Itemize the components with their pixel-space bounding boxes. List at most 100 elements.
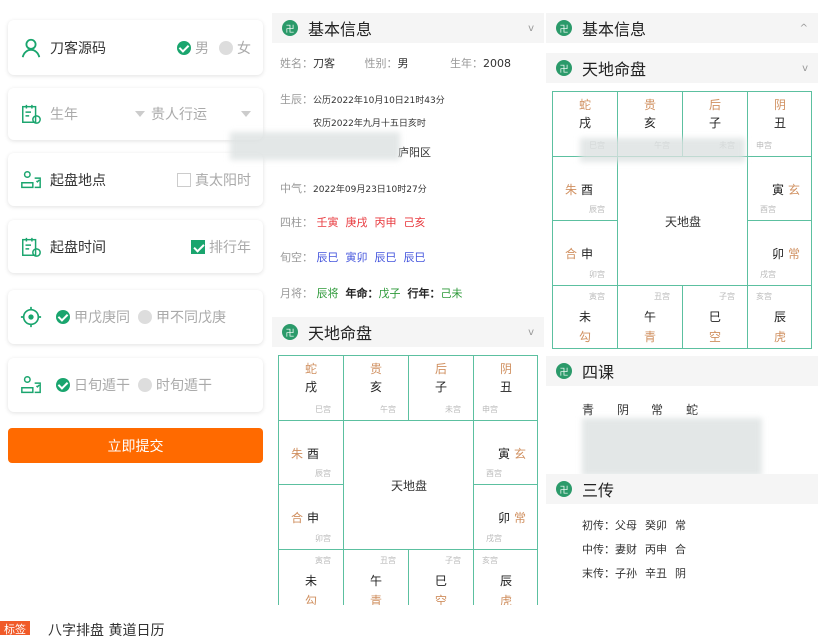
swastika-icon: 卍	[282, 20, 298, 36]
earthly-branch: 午	[344, 572, 408, 589]
tag-badge: 标签	[0, 621, 30, 635]
palace-cell: 玄寅酉宫	[747, 156, 812, 222]
palace-cell: 常卯戌宫	[747, 220, 812, 286]
earthly-branch: 亥	[344, 378, 408, 395]
female-label[interactable]: 女	[237, 38, 251, 58]
palace-cell: 阴丑申宫	[473, 355, 538, 421]
palace-label: 巳宫	[315, 404, 331, 415]
shi-xun-label[interactable]: 时旬遁干	[156, 375, 212, 395]
heavenly-general: 蛇	[279, 360, 343, 377]
earthly-branch: 午	[618, 308, 682, 325]
basic-info-header[interactable]: 卍基本信息 v	[272, 13, 544, 43]
ri-xun-label[interactable]: 日旬遁干	[74, 375, 130, 395]
earthly-branch: 丑	[748, 114, 812, 131]
right-board-header[interactable]: 卍天地命盘v	[546, 53, 818, 83]
board-header[interactable]: 卍天地命盘v	[272, 317, 544, 347]
board-center: 天地盘	[618, 157, 748, 286]
guiren-select[interactable]: 贵人行运	[151, 104, 207, 124]
swastika-icon: 卍	[556, 363, 572, 379]
palace-label: 午宫	[380, 404, 396, 415]
true-solar-label[interactable]: 真太阳时	[195, 170, 251, 190]
jia-same-radio[interactable]	[56, 310, 70, 324]
male-radio[interactable]	[177, 41, 191, 55]
palace-label: 子宫	[445, 555, 461, 566]
heavenly-general: 阴	[748, 96, 812, 113]
earthly-branch: 子	[683, 114, 747, 131]
palace-cell: 朱酉辰宫	[552, 156, 618, 222]
jia-diff-radio[interactable]	[138, 310, 152, 324]
palace-label: 卯宫	[315, 533, 331, 544]
tiandi-board: 蛇戌巳宫贵亥午宫后子未宫阴丑申宫玄寅酉宫常卯戌宫虎辰亥宫空巳子宫青午丑宫勾未寅宫…	[278, 355, 538, 605]
redaction-blur	[580, 138, 745, 162]
palace-cell: 青午丑宫	[617, 285, 683, 350]
xun-option-card: 日旬遁干 时旬遁干	[8, 358, 263, 412]
heavenly-general: 勾	[279, 592, 343, 606]
female-radio[interactable]	[219, 41, 233, 55]
palace-cell: 常卯戌宫	[473, 484, 538, 550]
relation: 妻财	[615, 543, 637, 556]
earthly-branch: 未	[553, 308, 617, 325]
name-input[interactable]: 刀客源码	[50, 38, 106, 58]
heavenly-general: 勾	[553, 328, 617, 345]
heavenly-general: 常	[788, 245, 800, 262]
shi-xun-radio[interactable]	[138, 378, 152, 392]
god: 常	[675, 519, 686, 532]
place-input[interactable]: 起盘地点	[50, 170, 106, 190]
section-title: 基本信息	[308, 16, 372, 40]
palace-label: 丑宫	[380, 555, 396, 566]
chevron-down-icon[interactable]: v	[802, 63, 808, 74]
chevron-up-icon[interactable]: ^	[800, 23, 808, 34]
palace-cell: 虎辰亥宫	[473, 549, 538, 606]
submit-button[interactable]: 立即提交	[8, 428, 263, 463]
target-icon	[20, 306, 42, 328]
palace-label: 申宫	[482, 404, 498, 415]
calendar-clock-icon	[20, 236, 42, 258]
earthly-branch: 未	[279, 572, 343, 589]
section-title: 四课	[582, 359, 614, 383]
true-solar-checkbox[interactable]	[177, 173, 191, 187]
name-card: 刀客源码 男 女	[8, 20, 263, 75]
jia-diff-label[interactable]: 甲不同戊庚	[156, 307, 226, 327]
sike-header[interactable]: 卍四课	[546, 356, 818, 386]
palace-label: 戌宫	[486, 533, 502, 544]
relation: 父母	[615, 519, 637, 532]
palace-label: 寅宫	[589, 291, 605, 302]
earthly-branch: 巳	[683, 308, 747, 325]
sanchuan-header[interactable]: 卍三传	[546, 474, 818, 504]
heavenly-general: 空	[409, 592, 473, 606]
god: 阴	[675, 567, 686, 580]
jia-same-label[interactable]: 甲戊庚同	[74, 307, 130, 327]
year-select[interactable]: 生年	[50, 104, 135, 124]
sizhu-row: 四柱： 壬寅 庚戌 丙申 己亥	[280, 214, 426, 230]
palace-label: 寅宫	[315, 555, 331, 566]
pai-xing-nian-label[interactable]: 排行年	[209, 237, 251, 257]
footer-links[interactable]: 八字排盘 黄道日历	[48, 620, 164, 640]
palace-label: 辰宫	[589, 204, 605, 215]
time-input[interactable]: 起盘时间	[50, 237, 106, 257]
year-dropdown-icon[interactable]	[135, 111, 145, 122]
ri-xun-radio[interactable]	[56, 378, 70, 392]
chevron-down-icon[interactable]: v	[528, 23, 534, 34]
guiren-dropdown-icon[interactable]	[241, 111, 251, 122]
yuejiang-row: 月将： 辰将 年命：戊子 行年：己未	[280, 285, 463, 301]
section-title: 天地命盘	[308, 320, 372, 344]
heavenly-general: 空	[683, 328, 747, 345]
right-basic-info-header[interactable]: 卍基本信息 ^	[546, 13, 818, 43]
person-card-icon	[20, 169, 42, 191]
chevron-down-icon[interactable]: v	[528, 327, 534, 338]
palace-cell: 玄寅酉宫	[473, 420, 538, 486]
redaction-blur	[582, 418, 762, 476]
palace-label: 子宫	[719, 291, 735, 302]
pai-xing-nian-checkbox[interactable]	[191, 240, 205, 254]
palace-cell: 蛇戌巳宫	[278, 355, 344, 421]
heavenly-general: 后	[683, 96, 747, 113]
name-row: 姓名：刀客 性别：男 生年：2008	[280, 55, 511, 71]
palace-label: 卯宫	[589, 269, 605, 280]
heavenly-general: 合	[565, 245, 577, 262]
earthly-branch: 戌	[279, 378, 343, 395]
jia-option-card: 甲戊庚同 甲不同戊庚	[8, 290, 263, 344]
swastika-icon: 卍	[556, 20, 572, 36]
male-label[interactable]: 男	[195, 38, 209, 58]
section-title: 基本信息	[582, 16, 646, 40]
relation: 子孙	[615, 567, 637, 580]
